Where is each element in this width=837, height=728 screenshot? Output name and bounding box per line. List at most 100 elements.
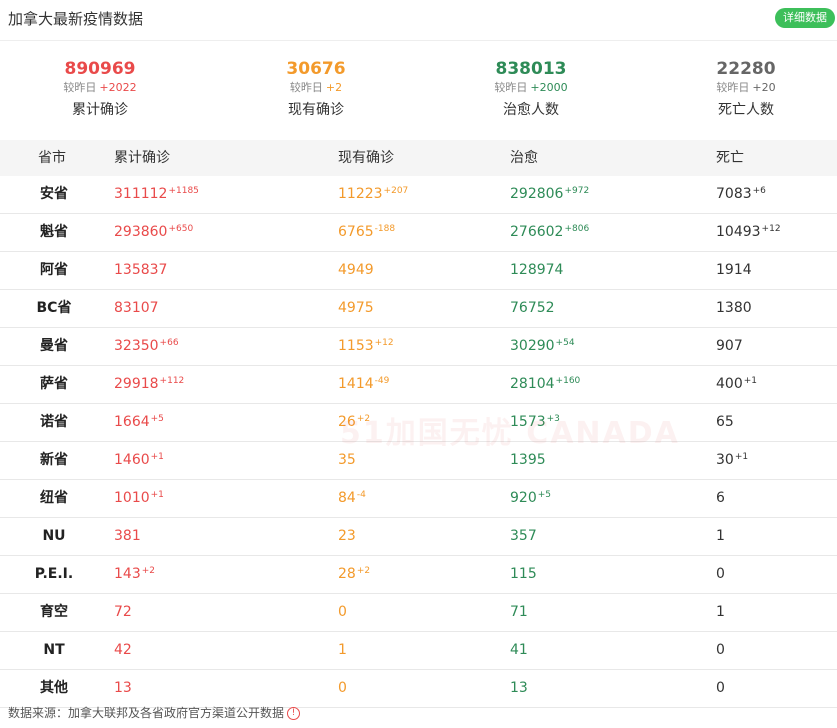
daily-change: +1185: [168, 186, 199, 196]
cured-cell: 71: [510, 604, 528, 620]
total-cell: 1664+5: [114, 414, 164, 430]
table-row[interactable]: 其他 13 0 13 0: [0, 670, 837, 708]
cured-cell: 41: [510, 642, 528, 658]
daily-change: +1: [743, 376, 758, 386]
table-row[interactable]: BC省 83107 4975 76752 1380: [0, 290, 837, 328]
province-name: 安省: [40, 186, 68, 202]
header-dead: 死亡: [716, 150, 744, 166]
table-row[interactable]: 诺省 1664+5 26+2 1573+3 65: [0, 404, 837, 442]
table-header: 省市 累计确诊 现有确诊 治愈 死亡: [0, 140, 837, 176]
daily-change: +207: [383, 186, 409, 196]
info-icon[interactable]: !: [287, 707, 301, 720]
cured-cell: 1395: [510, 452, 546, 468]
cured-cell: 357: [510, 528, 537, 544]
cured-cell: 115: [510, 566, 537, 582]
table-body: 安省 311112+1185 11223+207 292806+972 7083+6 魁省…: [0, 176, 837, 708]
daily-change: -188: [374, 224, 396, 234]
active-cell: 4949: [338, 262, 374, 278]
table-row[interactable]: 阿省 135837 4949 128974 1914: [0, 252, 837, 290]
daily-change: +972: [564, 186, 590, 196]
total-cell: 1460+1: [114, 452, 164, 468]
total-cell: 32350+66: [114, 338, 179, 354]
detail-data-button[interactable]: 详细数据: [775, 8, 835, 28]
dead-cell: 907: [716, 338, 743, 354]
total-cell: 381: [114, 528, 141, 544]
daily-change: +2: [356, 566, 371, 576]
province-name: P.E.I.: [34, 566, 74, 582]
province-name: 其他: [40, 680, 68, 696]
cured-cell: 292806+972: [510, 186, 590, 202]
active-cell: 1: [338, 642, 347, 658]
stat-value: 30676: [286, 59, 346, 79]
total-cell: 293860+650: [114, 224, 194, 240]
dead-cell: 30+1: [716, 452, 749, 468]
table-row[interactable]: 新省 1460+1 35 1395 30+1: [0, 442, 837, 480]
dead-cell: 0: [716, 642, 725, 658]
dead-cell: 65: [716, 414, 734, 430]
daily-change: +1: [734, 452, 749, 462]
dead-cell: 400+1: [716, 376, 758, 392]
data-source-note: 数据来源：加拿大联邦及各省政府官方渠道公开数据!: [8, 704, 301, 721]
total-cell: 143+2: [114, 566, 156, 582]
stat-label: 现有确诊: [288, 102, 344, 118]
cured-cell: 28104+160: [510, 376, 581, 392]
dead-cell: 1: [716, 604, 725, 620]
total-cell: 13: [114, 680, 132, 696]
province-name: 曼省: [40, 338, 68, 354]
daily-change: +1: [150, 452, 164, 462]
total-cell: 72: [114, 604, 132, 620]
table-row[interactable]: 纽省 1010+1 84-4 920+5 6: [0, 480, 837, 518]
active-cell: 11223+207: [338, 186, 409, 202]
province-name: 魁省: [40, 224, 68, 240]
footer-text: 数据来源：加拿大联邦及各省政府官方渠道公开数据: [8, 706, 285, 720]
daily-change: +66: [159, 338, 179, 348]
province-name: 纽省: [40, 490, 68, 506]
province-name: 萨省: [40, 376, 68, 392]
province-table: 省市 累计确诊 现有确诊 治愈 死亡 安省 311112+1185 11223+20…: [0, 140, 837, 708]
header-cured: 治愈: [510, 150, 538, 166]
daily-change: +54: [555, 338, 575, 348]
daily-change: +12: [374, 338, 394, 348]
stat-delta: 较昨日 +20: [716, 81, 776, 94]
dead-cell: 7083+6: [716, 186, 766, 202]
daily-change: +112: [159, 376, 185, 386]
table-row[interactable]: 曼省 32350+66 1153+12 30290+54 907: [0, 328, 837, 366]
province-name: 新省: [40, 452, 68, 468]
daily-change: +160: [555, 376, 581, 386]
dead-cell: 10493+12: [716, 224, 781, 240]
daily-change: +12: [761, 224, 781, 234]
stat-delta: 较昨日 +2022: [63, 81, 137, 94]
cured-cell: 1573+3: [510, 414, 560, 430]
table-row[interactable]: 萨省 29918+112 1414-49 28104+160 400+1: [0, 366, 837, 404]
cured-cell: 76752: [510, 300, 555, 316]
table-row[interactable]: 安省 311112+1185 11223+207 292806+972 7083+6: [0, 176, 837, 214]
province-name: BC省: [36, 300, 72, 316]
total-cell: 42: [114, 642, 132, 658]
total-cell: 83107: [114, 300, 159, 316]
table-row[interactable]: NU 381 23 357 1: [0, 518, 837, 556]
cured-cell: 128974: [510, 262, 564, 278]
province-name: NU: [42, 528, 66, 544]
summary-stats: 890969 较昨日 +2022 累计确诊 30676 较昨日 +2 现有确诊 83…: [0, 48, 837, 138]
stat-recovered: 838013 较昨日 +2000 治愈人数: [431, 48, 631, 121]
daily-change: +6: [752, 186, 766, 196]
page-title: 加拿大最新疫情数据: [8, 10, 144, 28]
stat-deaths: 22280 较昨日 +20 死亡人数: [646, 48, 837, 121]
dead-cell: 0: [716, 680, 725, 696]
table-row[interactable]: 魁省 293860+650 6765-188 276602+806 10493+12: [0, 214, 837, 252]
daily-change: +2: [356, 414, 371, 424]
active-cell: 26+2: [338, 414, 371, 430]
stat-value: 838013: [495, 59, 567, 79]
daily-change: +806: [564, 224, 590, 234]
table-row[interactable]: 育空 72 0 71 1: [0, 594, 837, 632]
active-cell: 23: [338, 528, 356, 544]
active-cell: 1414-49: [338, 376, 390, 392]
cured-cell: 30290+54: [510, 338, 575, 354]
daily-change: +650: [168, 224, 194, 234]
table-row[interactable]: P.E.I. 143+2 28+2 115 0: [0, 556, 837, 594]
table-row[interactable]: NT 42 1 41 0: [0, 632, 837, 670]
total-cell: 135837: [114, 262, 168, 278]
daily-change: +2: [141, 566, 156, 576]
header-active: 现有确诊: [338, 150, 394, 166]
active-cell: 1153+12: [338, 338, 394, 354]
